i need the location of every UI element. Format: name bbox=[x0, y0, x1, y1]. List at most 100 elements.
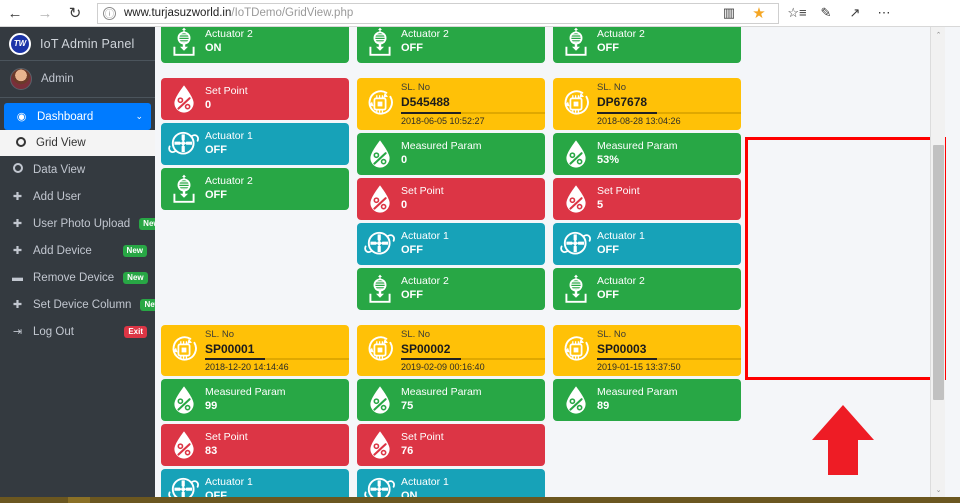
actuator-1-tile[interactable]: Actuator 1 OFF bbox=[161, 469, 349, 497]
sidebar-item-set-device-column[interactable]: ✚ Set Device Column New bbox=[0, 291, 165, 318]
device-card[interactable]: SL. No DP67678 2018-08-28 13:04:26 Measu… bbox=[553, 78, 741, 313]
tile-label: Set Point bbox=[205, 431, 248, 444]
measured-param-tile[interactable]: Measured Param 99 bbox=[161, 379, 349, 422]
circle-icon bbox=[11, 163, 24, 176]
tile-value: OFF bbox=[205, 189, 227, 202]
device-card[interactable]: SL. No D545488 2018-06-05 10:52:27 Measu… bbox=[357, 78, 545, 313]
brand-logo-icon: TW bbox=[9, 32, 31, 55]
url-host: www.turjasuzworld.in bbox=[124, 7, 232, 19]
plus-icon: ✚ bbox=[12, 191, 23, 203]
site-info-icon[interactable]: ⓘ bbox=[103, 6, 116, 20]
fan-icon bbox=[363, 473, 397, 497]
actuator-2-tile[interactable]: Actuator 2 OFF bbox=[161, 168, 349, 210]
fan-icon bbox=[363, 227, 397, 261]
serial-tile[interactable]: SL. No D545488 2018-06-05 10:52:27 bbox=[357, 78, 545, 130]
sidebar-item-label: Dashboard bbox=[37, 110, 94, 123]
serial-tile[interactable]: SL. No SP00003 2019-01-15 13:37:50 bbox=[553, 324, 741, 377]
serial-label: SL. No bbox=[597, 328, 627, 340]
actuator-2-tile[interactable]: Actuator 2 OFF bbox=[357, 27, 545, 63]
page-viewport: TW IoT Admin Panel Admin ◉ Dashboard ⌄ G… bbox=[0, 27, 960, 497]
tile-value: 0 bbox=[401, 153, 408, 166]
url-path: /IoTDemo/GridView.php bbox=[231, 7, 354, 19]
tile-label: Set Point bbox=[205, 85, 248, 98]
tile-value: 75 bbox=[401, 400, 414, 413]
set-point-tile[interactable]: Set Point 76 bbox=[357, 424, 545, 467]
divider bbox=[401, 358, 462, 361]
serial-tile[interactable]: SL. No DP67678 2018-08-28 13:04:26 bbox=[553, 78, 741, 130]
tile-label: Actuator 2 bbox=[205, 175, 253, 188]
actuator-1-tile[interactable]: Actuator 1 OFF bbox=[553, 222, 741, 265]
device-card[interactable]: SL. No SP00003 2019-01-15 13:37:50 Measu… bbox=[553, 324, 741, 497]
sidebar-item-dashboard[interactable]: ◉ Dashboard ⌄ bbox=[4, 103, 151, 130]
serial-tile[interactable]: SL. No SP00001 2018-12-20 14:14:46 bbox=[161, 324, 349, 377]
serial-value: SP00003 bbox=[597, 341, 647, 356]
set-point-tile[interactable]: Set Point 5 bbox=[553, 177, 741, 220]
sidebar-item-add-user[interactable]: ✚ Add User bbox=[0, 183, 155, 210]
more-options-icon[interactable]: ⋯ bbox=[874, 3, 894, 23]
scroll-down-arrow[interactable]: ⌄ bbox=[931, 482, 946, 497]
set-point-tile[interactable]: Set Point 0 bbox=[357, 177, 545, 220]
address-bar[interactable]: ⓘ www.turjasuzworld.in/IoTDemo/GridView.… bbox=[97, 2, 779, 24]
favorite-star-icon[interactable]: ★ bbox=[749, 3, 769, 23]
sidebar-item-label: User Photo Upload bbox=[33, 217, 131, 230]
set-point-tile[interactable]: Set Point 0 bbox=[161, 78, 349, 120]
serial-value: SP00001 bbox=[205, 341, 255, 356]
actuator-1-tile[interactable]: Actuator 1 ON bbox=[357, 469, 545, 497]
grid-content: Set Point 45 Actuator 1 OFF Actuator 2 O… bbox=[155, 27, 946, 497]
favorites-list-icon[interactable]: ☆≡ bbox=[787, 3, 807, 23]
notes-pen-icon[interactable]: ✎ bbox=[816, 3, 836, 23]
actuator-2-tile[interactable]: Actuator 2 OFF bbox=[553, 267, 741, 310]
vertical-scrollbar[interactable]: ⌃ ⌄ bbox=[930, 27, 945, 497]
refresh-button[interactable]: ↻ bbox=[60, 0, 90, 27]
device-card[interactable]: Set Point 0 Actuator 1 OFF Actuator 2 OF… bbox=[553, 27, 741, 66]
actuator-1-tile[interactable]: Actuator 1 OFF bbox=[357, 222, 545, 265]
sidebar-item-user-photo-upload[interactable]: ✚ User Photo Upload New bbox=[0, 210, 164, 237]
device-card[interactable]: SL. No SP00001 2018-12-20 14:14:46 Measu… bbox=[161, 324, 349, 497]
tile-value: OFF bbox=[205, 144, 227, 157]
sidebar-item-log-out[interactable]: ⇥ Log Out Exit bbox=[0, 318, 155, 345]
scrollbar-thumb[interactable] bbox=[933, 145, 944, 400]
actuator-1-tile[interactable]: Actuator 1 OFF bbox=[161, 123, 349, 165]
measured-param-tile[interactable]: Measured Param 53% bbox=[553, 132, 741, 175]
measured-param-tile[interactable]: Measured Param 75 bbox=[357, 379, 545, 422]
back-button[interactable]: ← bbox=[0, 0, 30, 27]
sidebar-item-grid-view[interactable]: Grid View bbox=[0, 130, 155, 156]
tile-value: OFF bbox=[401, 288, 423, 301]
droplet-percent-icon bbox=[167, 383, 201, 417]
actuator-2-tile[interactable]: Actuator 2 ON bbox=[161, 27, 349, 63]
tile-value: 0 bbox=[205, 99, 212, 112]
scroll-up-arrow[interactable]: ⌃ bbox=[931, 27, 946, 42]
droplet-percent-icon bbox=[363, 182, 397, 216]
tile-value: OFF bbox=[401, 42, 423, 55]
sidebar-item-add-device[interactable]: ✚ Add Device New bbox=[0, 237, 155, 264]
serial-tile[interactable]: SL. No SP00002 2019-02-09 00:16:40 bbox=[357, 324, 545, 377]
share-icon[interactable]: ↗ bbox=[845, 3, 865, 23]
forward-button[interactable]: → bbox=[30, 0, 60, 27]
tile-value: OFF bbox=[597, 288, 619, 301]
divider bbox=[597, 358, 658, 361]
brand-header[interactable]: TW IoT Admin Panel bbox=[0, 27, 155, 61]
serial-value: D545488 bbox=[401, 95, 450, 110]
timestamp: 2019-02-09 00:16:40 bbox=[401, 362, 485, 373]
device-card[interactable]: SL. No SP00002 2019-02-09 00:16:40 Measu… bbox=[357, 324, 545, 497]
measured-param-tile[interactable]: Measured Param 0 bbox=[357, 132, 545, 175]
tile-label: Set Point bbox=[401, 184, 444, 197]
user-panel[interactable]: Admin bbox=[0, 61, 155, 98]
set-point-tile[interactable]: Set Point 83 bbox=[161, 424, 349, 467]
sidebar: TW IoT Admin Panel Admin ◉ Dashboard ⌄ G… bbox=[0, 27, 165, 497]
sidebar-item-label: Data View bbox=[33, 163, 86, 176]
circle-icon bbox=[15, 136, 26, 147]
device-card[interactable]: Set Point 80 Actuator 1 ON Actuator 2 OF… bbox=[357, 27, 545, 66]
sidebar-item-data-view[interactable]: Data View bbox=[0, 156, 155, 183]
fan-icon bbox=[167, 127, 201, 161]
sidebar-badge: New bbox=[122, 244, 147, 257]
actuator-2-tile[interactable]: Actuator 2 OFF bbox=[553, 27, 741, 63]
measured-param-tile[interactable]: Measured Param 89 bbox=[553, 379, 741, 422]
actuator-2-tile[interactable]: Actuator 2 OFF bbox=[357, 267, 545, 310]
device-card[interactable]: Set Point 45 Actuator 1 OFF Actuator 2 O… bbox=[161, 27, 349, 66]
up-arrow-icon bbox=[812, 405, 874, 475]
reading-view-icon[interactable]: ▥ bbox=[719, 3, 739, 23]
sidebar-item-remove-device[interactable]: ▬ Remove Device New bbox=[0, 264, 155, 291]
device-card[interactable]: Set Point 0 Actuator 1 OFF Actuator 2 OF… bbox=[161, 78, 349, 313]
tile-label: Actuator 2 bbox=[205, 28, 253, 41]
